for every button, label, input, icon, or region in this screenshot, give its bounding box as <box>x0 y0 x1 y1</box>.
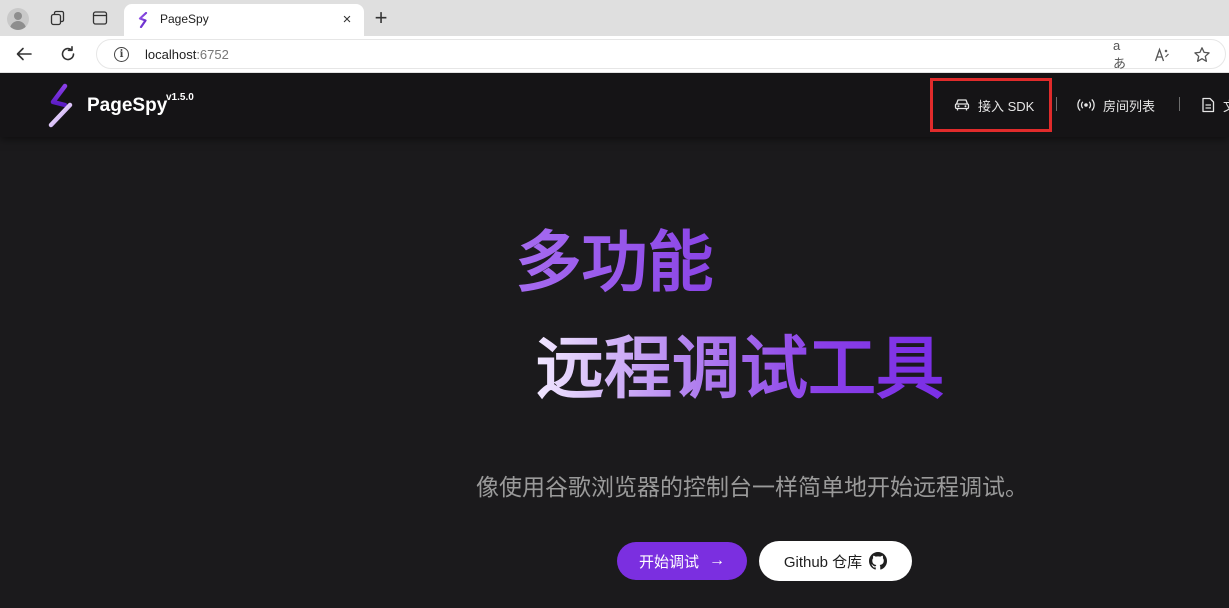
workspaces-icon[interactable] <box>45 6 71 30</box>
start-debugging-button[interactable]: 开始调试 → <box>617 542 747 580</box>
tab-title: PageSpy <box>160 12 209 26</box>
app-header: PageSpy v1.5.0 接入 SDK 房间列表 <box>0 73 1229 137</box>
github-repo-label: Github 仓库 <box>783 553 863 571</box>
address-bar[interactable]: i localhost:6752 aあ <box>96 38 1226 71</box>
nav-item-rooms[interactable]: 房间列表 <box>1077 95 1155 115</box>
browser-tab-bar: PageSpy × + <box>0 0 1229 36</box>
browser-toolbar: i localhost:6752 aあ <box>0 36 1229 73</box>
hero-title-line1: 多功能 <box>515 225 714 299</box>
favorite-star-icon[interactable] <box>1192 45 1212 65</box>
document-icon <box>1202 97 1215 113</box>
github-icon <box>869 552 888 570</box>
profile-avatar-icon[interactable] <box>7 8 29 30</box>
new-tab-button[interactable]: + <box>368 6 394 30</box>
hero-title-line2: 远程调试工具 <box>536 331 945 407</box>
browser-tab-pagespy[interactable]: PageSpy × <box>124 4 364 36</box>
pagespy-logo-icon[interactable] <box>46 83 76 129</box>
nav-item-sdk[interactable]: 接入 SDK <box>954 95 1034 115</box>
arrow-right-icon: → <box>709 552 725 569</box>
nav-item-sdk-label: 接入 SDK <box>978 98 1035 114</box>
site-info-icon[interactable]: i <box>114 47 129 62</box>
tab-close-icon[interactable]: × <box>338 10 356 28</box>
address-url[interactable]: localhost:6752 <box>145 47 229 62</box>
start-debugging-label: 开始调试 <box>638 553 699 571</box>
version-badge: v1.5.0 <box>166 92 194 103</box>
pagespy-favicon-icon <box>138 12 148 28</box>
vertical-tabs-icon[interactable] <box>87 6 113 30</box>
car-icon <box>954 99 970 111</box>
nav-item-rooms-label: 房间列表 <box>1103 98 1156 114</box>
refresh-icon[interactable] <box>54 41 82 67</box>
back-arrow-icon[interactable] <box>10 41 38 67</box>
immersive-reader-icon[interactable] <box>1152 45 1172 65</box>
broadcast-icon <box>1077 98 1095 112</box>
nav-item-docs-label: 文 <box>1223 96 1229 115</box>
github-repo-button[interactable]: Github 仓库 <box>759 541 912 581</box>
page-content: PageSpy v1.5.0 接入 SDK 房间列表 多功能 远程调试工具 像使… <box>0 73 1229 608</box>
read-aloud-icon[interactable]: aあ <box>1113 38 1133 71</box>
brand-name[interactable]: PageSpy <box>87 95 167 117</box>
hero-subtitle: 像使用谷歌浏览器的控制台一样简单地开始远程调试。 <box>476 474 1028 500</box>
nav-divider <box>1056 97 1057 111</box>
nav-item-docs[interactable]: 文 <box>1201 95 1229 115</box>
nav-divider <box>1179 97 1180 111</box>
